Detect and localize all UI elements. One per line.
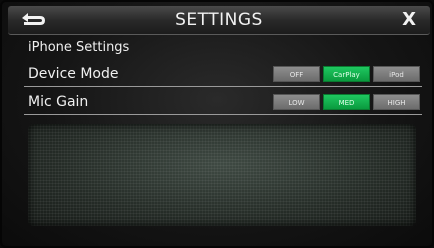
- device-mode-option-ipod[interactable]: iPod: [373, 66, 420, 82]
- device-mode-option-off[interactable]: OFF: [273, 66, 320, 82]
- section-title: iPhone Settings: [28, 40, 130, 55]
- device-mode-row: Device Mode OFF CarPlay iPod: [24, 64, 422, 87]
- device-mode-option-carplay[interactable]: CarPlay: [323, 66, 370, 82]
- mic-gain-label: Mic Gain: [28, 94, 89, 110]
- empty-settings-panel: [28, 124, 416, 226]
- mic-gain-row: Mic Gain LOW MED HIGH: [24, 92, 422, 115]
- device-mode-label: Device Mode: [28, 66, 119, 82]
- page-title: SETTINGS: [175, 10, 263, 30]
- mic-gain-option-high[interactable]: HIGH: [373, 94, 420, 110]
- title-bar: SETTINGS X: [8, 6, 430, 35]
- settings-screen: SETTINGS X iPhone Settings Device Mode O…: [0, 0, 434, 248]
- close-button[interactable]: X: [402, 9, 416, 30]
- device-mode-options: OFF CarPlay iPod: [273, 66, 420, 82]
- mic-gain-option-low[interactable]: LOW: [273, 94, 320, 110]
- mic-gain-option-med[interactable]: MED: [323, 94, 370, 110]
- mic-gain-options: LOW MED HIGH: [273, 94, 420, 110]
